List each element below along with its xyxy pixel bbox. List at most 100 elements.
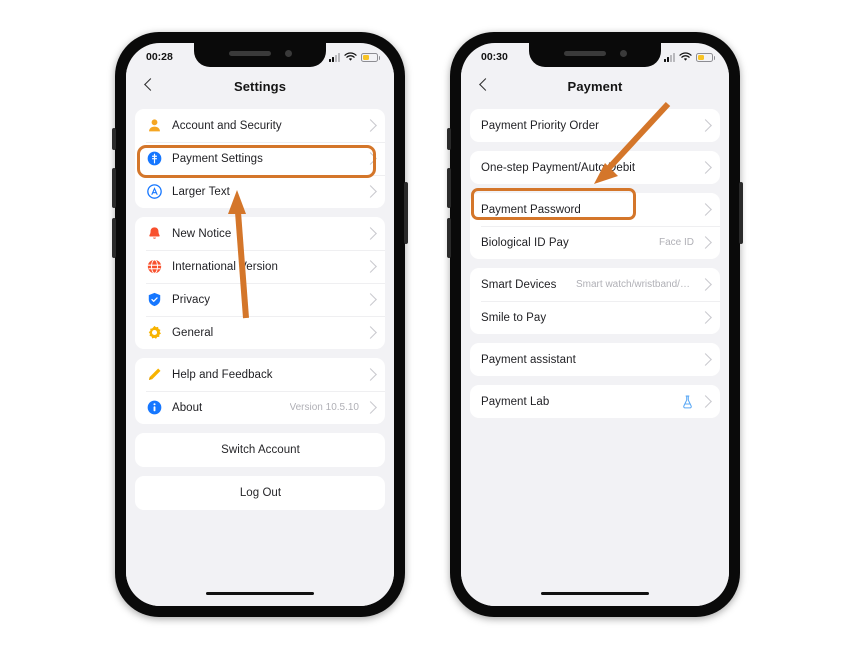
row-label: Payment Priority Order	[481, 119, 600, 132]
row-label: Smart Devices	[481, 278, 557, 291]
row-account-and-security[interactable]: Account and Security	[135, 109, 385, 142]
nav-bar-settings: Settings	[126, 69, 394, 103]
battery-low-icon	[361, 52, 380, 62]
payment-icon	[146, 150, 163, 167]
switch-account-button[interactable]: Switch Account	[135, 433, 385, 467]
chevron-right-icon	[364, 152, 377, 165]
row-label: Payment Lab	[481, 395, 550, 408]
row-new-notice[interactable]: New Notice	[135, 217, 385, 250]
bell-icon	[146, 225, 163, 242]
row-value-version: Version 10.5.10	[289, 402, 360, 413]
payment-group-assistant: Payment assistant	[470, 343, 720, 376]
volume-down-button[interactable]	[447, 218, 451, 258]
row-label: Smile to Pay	[481, 311, 547, 324]
mute-switch[interactable]	[447, 128, 451, 150]
front-camera	[284, 49, 292, 57]
status-time: 00:28	[146, 51, 173, 63]
settings-group-log-out: Log Out	[135, 476, 385, 510]
row-international-version[interactable]: International Version	[135, 250, 385, 283]
back-button[interactable]	[140, 77, 158, 95]
payment-group-devices: Smart Devices Smart watch/wristband/card…	[470, 268, 720, 334]
row-label: Account and Security	[172, 119, 282, 132]
screenshot-stage: 00:28 Settings Account and Security Paym…	[0, 0, 856, 653]
chevron-right-icon	[699, 161, 712, 174]
row-label: Biological ID Pay	[481, 236, 569, 249]
home-indicator[interactable]	[541, 592, 649, 595]
settings-list: Account and Security Payment Settings La…	[126, 103, 394, 606]
row-payment-lab[interactable]: Payment Lab	[470, 385, 720, 418]
signal-bars-icon	[329, 52, 340, 62]
earpiece-speaker	[228, 50, 271, 56]
chevron-right-icon	[364, 260, 377, 273]
chevron-right-icon	[364, 368, 377, 381]
row-larger-text[interactable]: Larger Text	[135, 175, 385, 208]
row-privacy[interactable]: Privacy	[135, 283, 385, 316]
page-title: Settings	[233, 78, 287, 94]
row-label: Larger Text	[172, 185, 230, 198]
row-smart-devices[interactable]: Smart Devices Smart watch/wristband/card…	[470, 268, 720, 301]
wifi-icon	[679, 52, 692, 61]
notch	[194, 43, 326, 67]
front-camera	[619, 49, 627, 57]
power-button[interactable]	[404, 182, 408, 244]
chevron-right-icon	[699, 236, 712, 249]
row-about[interactable]: About Version 10.5.10	[135, 391, 385, 424]
status-time: 00:30	[481, 51, 508, 63]
row-label: New Notice	[172, 227, 232, 240]
settings-group-account: Account and Security Payment Settings La…	[135, 109, 385, 208]
chevron-right-icon	[364, 326, 377, 339]
settings-group-support: Help and Feedback About Version 10.5.10	[135, 358, 385, 424]
row-label: Payment Password	[481, 203, 581, 216]
row-payment-settings[interactable]: Payment Settings	[135, 142, 385, 175]
chevron-right-icon	[699, 353, 712, 366]
mute-switch[interactable]	[112, 128, 116, 150]
power-button[interactable]	[739, 182, 743, 244]
chevron-right-icon	[364, 227, 377, 240]
volume-up-button[interactable]	[112, 168, 116, 208]
person-icon	[146, 117, 163, 134]
row-label: General	[172, 326, 214, 339]
phone-device-settings: 00:28 Settings Account and Security Paym…	[112, 32, 408, 617]
notch	[529, 43, 661, 67]
payment-group-one-step: One-step Payment/Auto Debit	[470, 151, 720, 184]
row-general[interactable]: General	[135, 316, 385, 349]
chevron-right-icon	[699, 311, 712, 324]
row-label: Log Out	[239, 487, 282, 499]
row-label: About	[172, 401, 203, 414]
phone-device-payment: 00:30 Payment Payment Priority Order One…	[447, 32, 743, 617]
row-value-face-id: Face ID	[658, 237, 694, 248]
payment-group-security: Payment Password Biological ID Pay Face …	[470, 193, 720, 259]
earpiece-speaker	[563, 50, 606, 56]
chevron-right-icon	[699, 395, 712, 408]
row-one-step-payment[interactable]: One-step Payment/Auto Debit	[470, 151, 720, 184]
row-payment-priority-order[interactable]: Payment Priority Order	[470, 109, 720, 142]
gear-icon	[146, 324, 163, 341]
back-button[interactable]	[475, 77, 493, 95]
row-biological-id-pay[interactable]: Biological ID Pay Face ID	[470, 226, 720, 259]
volume-up-button[interactable]	[447, 168, 451, 208]
info-icon	[146, 399, 163, 416]
page-title: Payment	[567, 78, 623, 94]
battery-low-icon	[696, 52, 715, 62]
row-payment-assistant[interactable]: Payment assistant	[470, 343, 720, 376]
row-payment-password[interactable]: Payment Password	[470, 193, 720, 226]
home-indicator[interactable]	[206, 592, 314, 595]
payment-group-priority: Payment Priority Order	[470, 109, 720, 142]
volume-down-button[interactable]	[112, 218, 116, 258]
signal-bars-icon	[664, 52, 675, 62]
row-label: Help and Feedback	[172, 368, 273, 381]
chevron-right-icon	[699, 119, 712, 132]
row-help-and-feedback[interactable]: Help and Feedback	[135, 358, 385, 391]
row-label: One-step Payment/Auto Debit	[481, 161, 636, 174]
row-smile-to-pay[interactable]: Smile to Pay	[470, 301, 720, 334]
nav-bar-payment: Payment	[461, 69, 729, 103]
flask-icon	[681, 395, 694, 409]
chevron-right-icon	[364, 401, 377, 414]
chevron-right-icon	[364, 185, 377, 198]
log-out-button[interactable]: Log Out	[135, 476, 385, 510]
payment-group-lab: Payment Lab	[470, 385, 720, 418]
payment-list: Payment Priority Order One-step Payment/…	[461, 103, 729, 606]
row-value-smart-devices: Smart watch/wristband/card,a...	[576, 279, 694, 290]
settings-group-preferences: New Notice International Version Privacy…	[135, 217, 385, 349]
row-label: International Version	[172, 260, 278, 273]
